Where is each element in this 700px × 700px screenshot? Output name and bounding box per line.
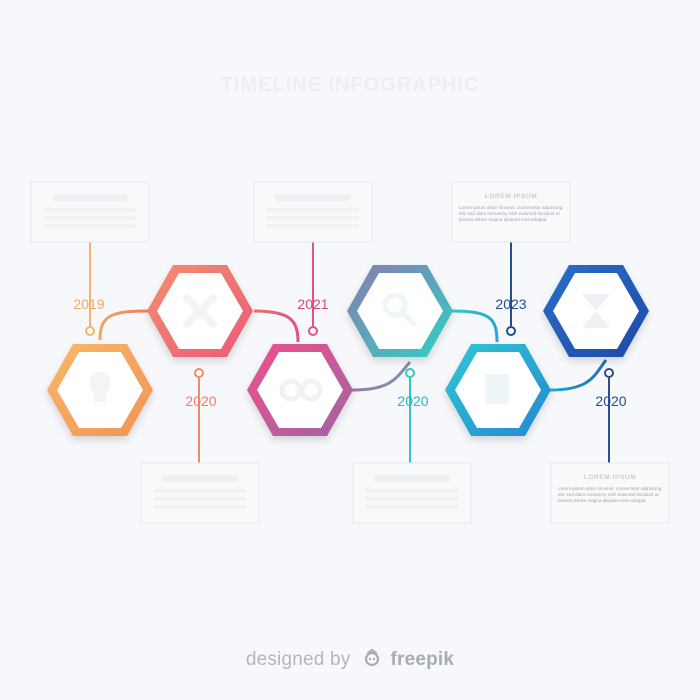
watermark: designed by freepik	[0, 648, 700, 671]
text-box-4	[352, 462, 472, 524]
year-label-2: 2020	[185, 393, 216, 409]
year-label-3: 2021	[297, 296, 328, 312]
connector-5-6	[549, 359, 608, 392]
year-label-6: 2020	[595, 393, 626, 409]
document-icon	[485, 374, 509, 404]
text-box-5-body: Lorem ipsum dolor sit amet, consectetur …	[459, 205, 563, 222]
connector-3-4	[351, 361, 412, 392]
year-label-1: 2019	[73, 296, 104, 312]
text-box-2	[140, 462, 260, 524]
text-box-1	[30, 181, 150, 243]
step-2-marker	[194, 368, 204, 465]
watermark-prefix: designed by	[245, 649, 351, 670]
freepik-logo-icon	[364, 648, 380, 667]
year-label-5: 2023	[495, 296, 526, 312]
connector-1-2	[98, 309, 149, 341]
step-4-marker	[405, 368, 415, 465]
step-1-marker	[85, 242, 95, 336]
text-box-3	[253, 181, 373, 243]
step-3-marker	[308, 242, 318, 336]
text-box-6: LOREM IPSUM Lorem ipsum dolor sit amet, …	[550, 462, 670, 524]
step-5-marker	[506, 242, 516, 336]
connector-2-3	[253, 309, 300, 343]
timeline-infographic: TIMELINE INFOGRAPHIC 2019 2020 2021 2020…	[30, 74, 670, 524]
connector-4-5	[451, 309, 499, 343]
text-box-6-body: Lorem ipsum dolor sit amet, consectetur …	[558, 486, 662, 503]
watermark-brand: freepik	[390, 649, 455, 670]
step-6-marker	[604, 368, 614, 465]
text-box-6-heading: LOREM IPSUM	[584, 474, 636, 481]
year-label-4: 2020	[397, 393, 428, 409]
text-box-5: LOREM IPSUM Lorem ipsum dolor sit amet, …	[451, 181, 571, 243]
page-title: TIMELINE INFOGRAPHIC	[221, 74, 480, 96]
text-box-5-heading: LOREM IPSUM	[485, 193, 537, 200]
